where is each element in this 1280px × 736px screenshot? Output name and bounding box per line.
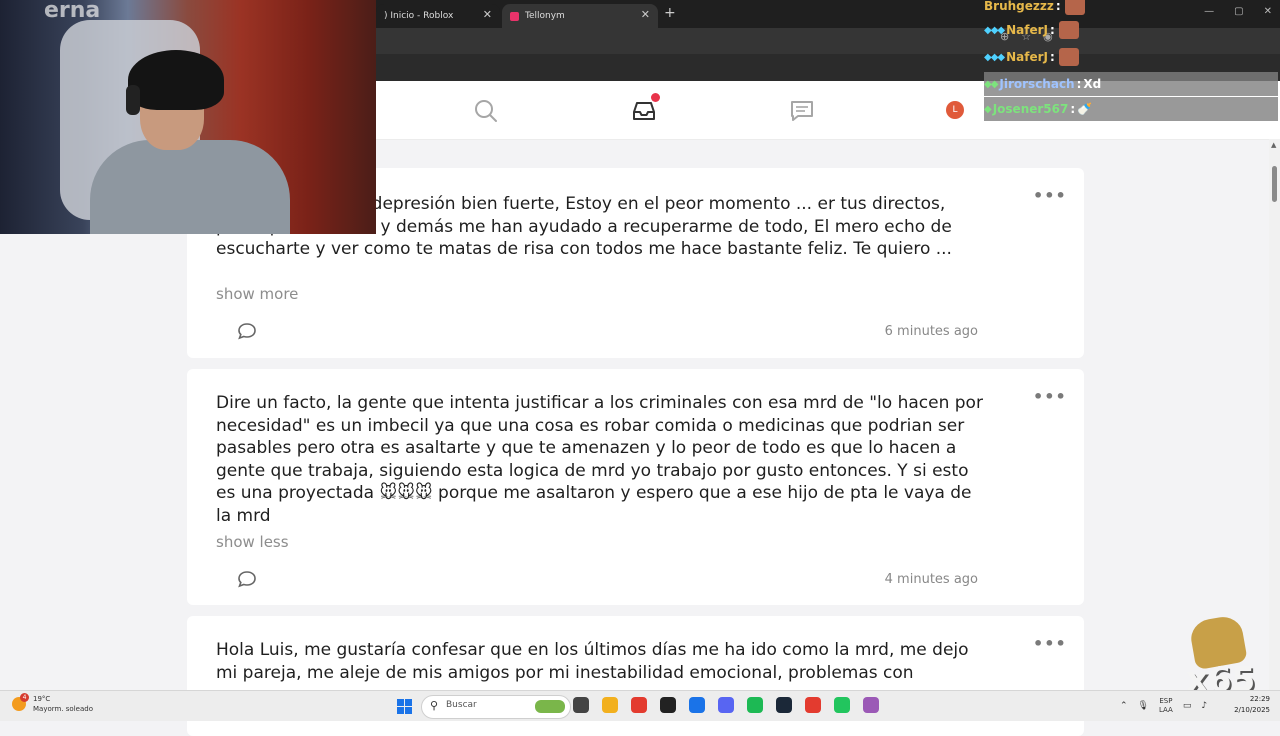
- taskbar-apps: [573, 697, 879, 713]
- weather-badge: 4: [20, 693, 29, 702]
- post-text: Dire un facto, la gente que intenta just…: [216, 393, 983, 526]
- search-icon: ⚲: [430, 699, 439, 712]
- chat-badges-icon: ◆◆◆: [984, 51, 1005, 63]
- tellonym-favicon-icon: [510, 11, 519, 21]
- more-options-button[interactable]: •••: [1033, 634, 1067, 653]
- headphones: [126, 85, 140, 115]
- sun-icon: 4: [12, 693, 29, 711]
- taskbar-app-icon[interactable]: [747, 697, 763, 713]
- tab-tellonym[interactable]: Tellonym ✕: [502, 4, 658, 28]
- network-icon[interactable]: ▭: [1183, 701, 1192, 711]
- show-more-link[interactable]: show more: [216, 285, 298, 303]
- taskbar-app-icon[interactable]: [863, 697, 879, 713]
- post-timestamp: 4 minutes ago: [884, 572, 978, 587]
- chat-badges-icon: ◆◆◆: [984, 24, 1005, 36]
- multiplier-overlay: x65: [1184, 613, 1255, 700]
- more-options-button[interactable]: •••: [1033, 186, 1067, 205]
- volume-icon[interactable]: ♪: [1201, 701, 1207, 711]
- comment-icon[interactable]: [237, 570, 257, 588]
- show-less-link[interactable]: show less: [216, 533, 289, 551]
- streamer-hair: [128, 50, 224, 110]
- inbox-button[interactable]: [631, 93, 660, 124]
- chat-message: ◆◆◆ NaferJ :: [984, 45, 1079, 69]
- tab-label: ) Inicio - Roblox: [384, 11, 454, 21]
- taskbar-app-icon[interactable]: [660, 697, 676, 713]
- webcam-overlay: erna: [0, 0, 376, 234]
- weather-text: 19°C Mayorm. soleado: [33, 694, 93, 714]
- stream-chat-overlay: Bruhgezzz : ◆◆◆ NaferJ : ◆◆◆ NaferJ : ◆◆…: [984, 0, 1280, 122]
- chat-separator: :: [1049, 50, 1055, 64]
- chat-username: Bruhgezzz: [984, 0, 1054, 13]
- chat-username: Josener567: [992, 102, 1069, 116]
- clock[interactable]: 22:29 2/10/2025: [1226, 694, 1270, 716]
- chat-message: ◆◆◆ NaferJ :: [984, 18, 1079, 42]
- chat-emote-icon: [1058, 21, 1079, 39]
- chat-icon[interactable]: [789, 98, 815, 124]
- inbox-icon: [633, 102, 655, 120]
- taskbar-app-icon[interactable]: [631, 697, 647, 713]
- chat-username: NaferJ: [1006, 23, 1048, 37]
- chat-badges-icon: ◆◆: [984, 78, 998, 90]
- system-tray: ⌃ 🎙 ESP LAA ▭ ♪: [1120, 697, 1207, 715]
- taskbar-app-icon[interactable]: [718, 697, 734, 713]
- taskbar-app-icon[interactable]: [689, 697, 705, 713]
- weather-desc: Mayorm. soleado: [33, 705, 93, 713]
- taskbar-app-icon[interactable]: [602, 697, 618, 713]
- chat-message: Bruhgezzz :: [984, 0, 1085, 18]
- chat-emote-icon: 🍼: [1077, 102, 1093, 116]
- taskbar-app-icon[interactable]: [776, 697, 792, 713]
- notification-dot: [651, 93, 660, 102]
- close-tab-icon[interactable]: ✕: [641, 8, 650, 21]
- chat-badges-icon: ◆: [984, 103, 992, 115]
- page-scrollbar[interactable]: ▲: [1269, 139, 1280, 690]
- language-layout: LAA: [1158, 706, 1173, 714]
- new-tab-button[interactable]: +: [664, 5, 676, 21]
- more-options-button[interactable]: •••: [1033, 387, 1067, 406]
- chat-text: Xd: [1083, 77, 1102, 91]
- chat-emote-icon: [1064, 0, 1085, 15]
- chat-message: ◆◆ Jirorschach : Xd: [984, 72, 1278, 96]
- chevron-up-icon[interactable]: ⌃: [1120, 701, 1128, 711]
- streamer-body: [90, 140, 290, 234]
- taskbar-app-icon[interactable]: [805, 697, 821, 713]
- chat-separator: :: [1055, 0, 1061, 13]
- language-code: ESP: [1159, 697, 1173, 705]
- taskbar: 4 19°C Mayorm. soleado ⚲ Buscar ⌃ 🎙 ESP …: [0, 690, 1280, 721]
- weather-temp: 19°C: [33, 695, 51, 703]
- chat-message: ◆ Josener567 : 🍼: [984, 97, 1278, 121]
- chat-separator: :: [1076, 77, 1082, 91]
- chat-username: NaferJ: [1006, 50, 1048, 64]
- tab-roblox[interactable]: ) Inicio - Roblox ✕: [376, 4, 500, 28]
- scroll-up-icon[interactable]: ▲: [1271, 141, 1276, 149]
- taskbar-search[interactable]: ⚲ Buscar: [421, 695, 571, 719]
- comment-icon[interactable]: [237, 322, 257, 340]
- tab-label: Tellonym: [525, 11, 565, 21]
- post-card: Dire un facto, la gente que intenta just…: [187, 369, 1084, 605]
- language-indicator[interactable]: ESP LAA: [1159, 697, 1173, 715]
- chat-emote-icon: [1058, 48, 1079, 66]
- weather-widget[interactable]: 4 19°C Mayorm. soleado: [12, 693, 93, 714]
- chat-username: Jirorschach: [999, 77, 1075, 91]
- taskbar-app-icon[interactable]: [573, 697, 589, 713]
- chat-separator: :: [1049, 23, 1055, 37]
- clock-date: 2/10/2025: [1234, 706, 1270, 714]
- chat-separator: :: [1070, 102, 1076, 116]
- profile-avatar[interactable]: L: [946, 101, 964, 119]
- post-text: Hola Luis, me gustaría confesar que en l…: [216, 640, 969, 683]
- close-tab-icon[interactable]: ✕: [483, 8, 492, 21]
- start-button[interactable]: [397, 699, 412, 714]
- search-placeholder: Buscar: [446, 700, 477, 710]
- microphone-icon[interactable]: 🎙: [1138, 701, 1149, 711]
- search-icon[interactable]: [473, 98, 499, 124]
- scroll-thumb[interactable]: [1272, 166, 1277, 202]
- taskbar-app-icon[interactable]: [834, 697, 850, 713]
- clock-time: 22:29: [1249, 695, 1270, 703]
- search-highlight-icon: [535, 700, 565, 713]
- post-timestamp: 6 minutes ago: [884, 324, 978, 339]
